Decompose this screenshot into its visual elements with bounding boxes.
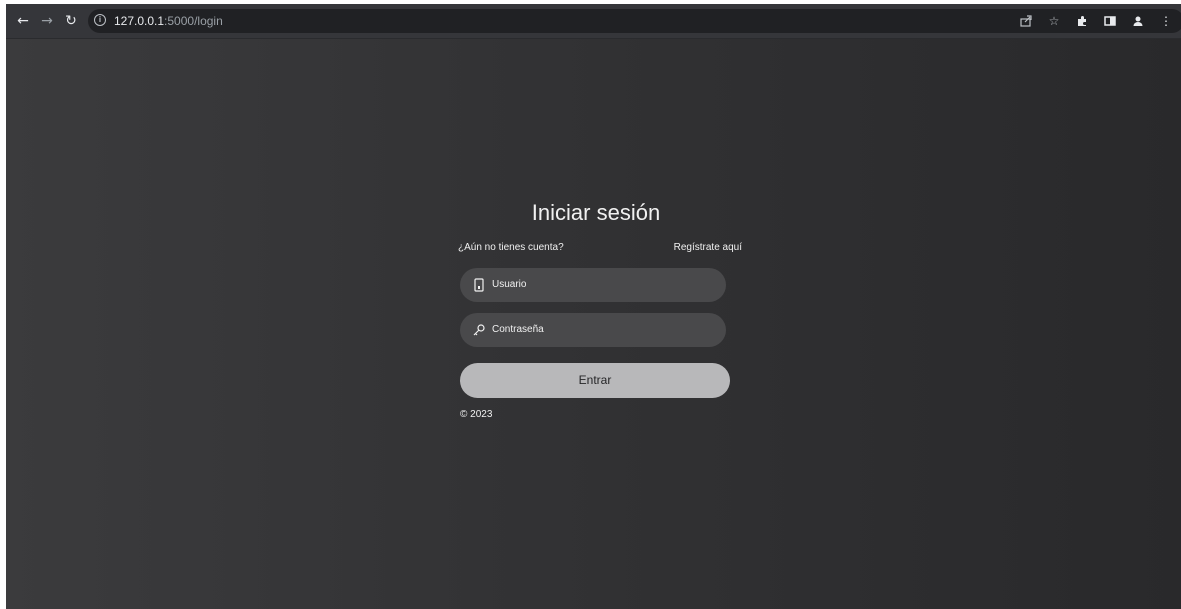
reload-button[interactable]: ↻ xyxy=(62,12,80,30)
profile-icon[interactable] xyxy=(1131,14,1145,28)
phone-icon xyxy=(474,278,484,292)
forward-button[interactable]: → xyxy=(38,12,56,30)
arrow-left-icon: ← xyxy=(17,13,29,29)
copyright-text: © 2023 xyxy=(460,409,493,420)
register-link[interactable]: Regístrate aquí xyxy=(674,242,742,253)
puzzle-icon-svg xyxy=(1078,16,1086,26)
reload-icon: ↻ xyxy=(65,13,77,29)
submit-button[interactable]: Entrar xyxy=(460,363,730,398)
address-bar[interactable]: i 127.0.0.1:5000/login xyxy=(88,9,1181,33)
browser-toolbar: ← → ↻ i 127.0.0.1:5000/login ☆ ⋮ xyxy=(6,4,1181,39)
username-placeholder: Usuario xyxy=(492,279,527,290)
puzzle-icon[interactable] xyxy=(1075,14,1089,28)
password-placeholder: Contraseña xyxy=(492,324,544,335)
star-icon[interactable]: ☆ xyxy=(1047,14,1061,28)
key-icon xyxy=(473,324,485,336)
page-title: Iniciar sesión xyxy=(531,200,661,225)
back-button[interactable]: ← xyxy=(14,12,32,30)
url-text[interactable]: 127.0.0.1:5000/login xyxy=(114,14,223,28)
browser-window: ← → ↻ i 127.0.0.1:5000/login ☆ ⋮ Iniciar… xyxy=(6,4,1181,609)
arrow-right-icon: → xyxy=(41,13,53,29)
kebab-menu-icon[interactable]: ⋮ xyxy=(1159,14,1173,28)
url-path: :5000/login xyxy=(164,14,223,28)
side-panel-icon[interactable] xyxy=(1103,14,1117,28)
page-content: Iniciar sesión ¿Aún no tienes cuenta? Re… xyxy=(6,39,1181,609)
url-host: 127.0.0.1 xyxy=(114,14,165,28)
password-field[interactable]: Contraseña xyxy=(460,313,726,347)
toolbar-actions: ☆ ⋮ xyxy=(1019,12,1173,30)
info-icon[interactable]: i xyxy=(94,14,106,26)
share-icon[interactable] xyxy=(1019,14,1033,28)
profile-icon-svg xyxy=(1133,16,1143,26)
no-account-text: ¿Aún no tienes cuenta? xyxy=(458,242,564,253)
share-icon-svg xyxy=(1020,15,1032,27)
username-field[interactable]: Usuario xyxy=(460,268,726,302)
side-panel-icon-svg xyxy=(1104,16,1116,26)
